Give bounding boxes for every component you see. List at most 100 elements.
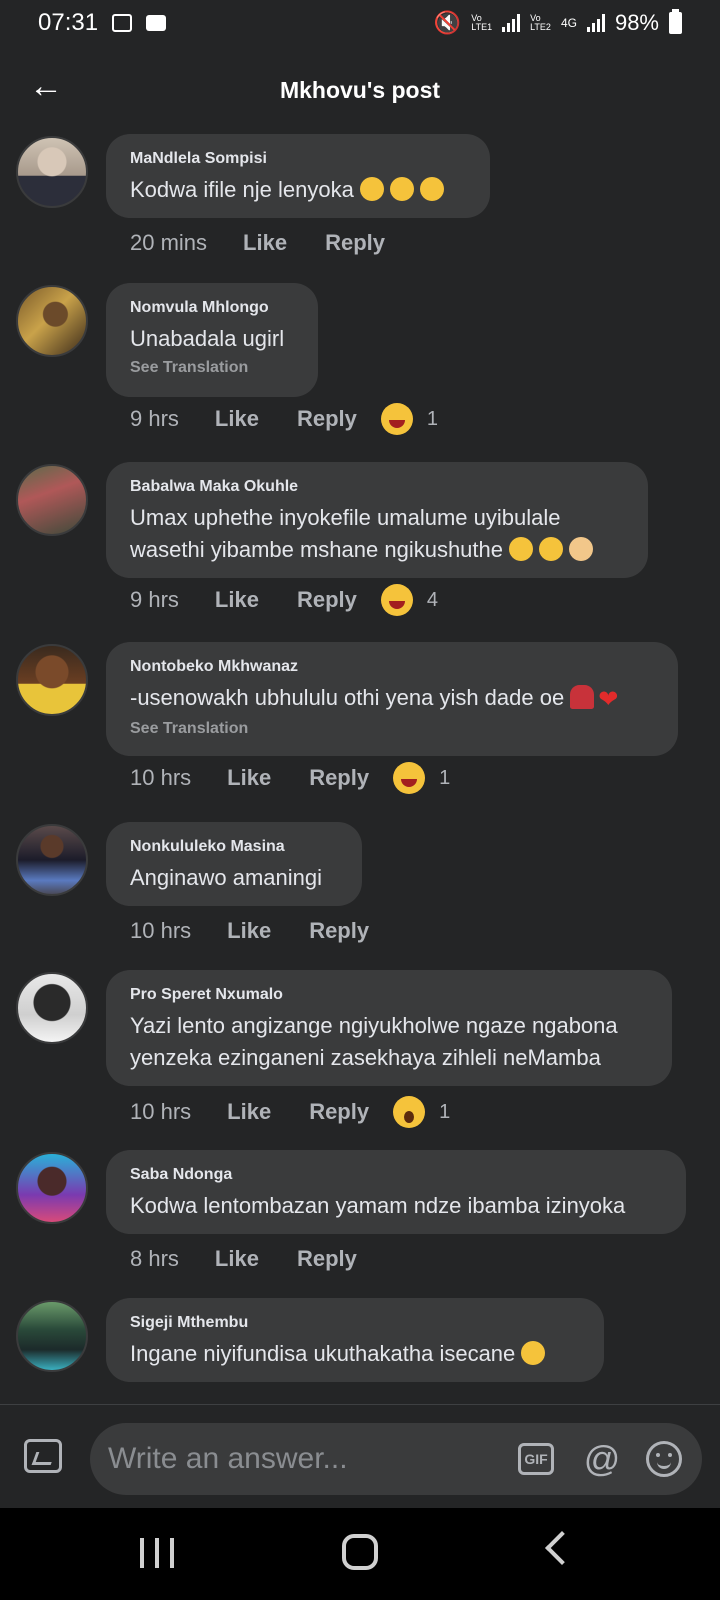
reaction-count: 1 <box>439 766 451 789</box>
comment-bubble: MaNdlela Sompisi Kodwa ifile nje lenyoka <box>106 134 490 218</box>
like-button[interactable]: Like <box>243 230 287 256</box>
comment-actions: 9 hrs Like Reply 1 <box>130 403 438 435</box>
thinking-emoji-icon <box>521 1341 546 1365</box>
sim1-label: Vo LTE1 <box>471 13 493 32</box>
photo-icon[interactable] <box>24 1439 62 1473</box>
comment-text: Unabadala ugirl <box>130 326 285 351</box>
top-bar: ← Mkhovu's post <box>0 46 720 134</box>
see-translation-link[interactable]: See Translation <box>130 720 654 738</box>
laughing-emoji-icon <box>389 177 414 201</box>
comment-text: Umax uphethe inyokefile umalume uyibulal… <box>130 502 624 566</box>
laughing-emoji-icon <box>359 177 384 201</box>
comment-time: 20 mins <box>130 230 208 255</box>
comment-actions: 10 hrs Like Reply <box>130 918 393 944</box>
reaction-count: 4 <box>426 588 438 611</box>
avatar[interactable] <box>16 824 88 896</box>
comment-text: Kodwa lentombazan yamam ndze ibamba izin… <box>130 1193 626 1218</box>
avatar[interactable] <box>16 1152 88 1224</box>
page-title: Mkhovu's post <box>279 76 441 103</box>
like-button[interactable]: Like <box>215 1246 259 1272</box>
comment-actions: 9 hrs Like Reply 4 <box>130 584 438 616</box>
comment-actions: 8 hrs Like Reply <box>130 1246 381 1272</box>
reaction-count: 1 <box>439 1100 451 1123</box>
comment-bubble: Sigeji Mthembu Ingane niyifundisa ukutha… <box>106 1298 604 1382</box>
battery-level: 98% <box>614 10 659 35</box>
avatar[interactable] <box>16 136 88 208</box>
rolling-laughing-emoji-icon <box>539 537 564 561</box>
commenter-name[interactable]: MaNdlela Sompisi <box>130 150 466 168</box>
like-button[interactable]: Like <box>227 1099 271 1125</box>
status-bar: 07:31 🔇 Vo LTE1 Vo LTE2 4G 98% <box>0 0 720 46</box>
message-notification-icon <box>146 15 167 31</box>
answer-field[interactable]: GIF @ <box>90 1423 702 1495</box>
commenter-name[interactable]: Nomvula Mhlongo <box>130 299 294 317</box>
heart-emoji-icon: ❤ <box>598 686 619 713</box>
comment-time: 8 hrs <box>130 1246 179 1271</box>
comment-bubble: Nonkululeko Masina Anginawo amaningi <box>106 822 362 906</box>
reaction-summary[interactable]: 1 <box>393 1096 450 1128</box>
comment-actions: 10 hrs Like Reply 1 <box>130 762 450 794</box>
reaction-summary[interactable]: 4 <box>380 584 438 616</box>
answer-input[interactable] <box>108 1437 488 1481</box>
comment-actions: 20 mins Like Reply <box>130 230 409 256</box>
commenter-name[interactable]: Pro Speret Nxumalo <box>130 986 648 1004</box>
commenter-name[interactable]: Saba Ndonga <box>130 1166 662 1184</box>
reply-button[interactable]: Reply <box>297 1246 357 1272</box>
gif-icon[interactable]: GIF <box>518 1443 554 1475</box>
commenter-name[interactable]: Babalwa Maka Okuhle <box>130 478 624 496</box>
comment-bubble: Nontobeko Mkhwanaz -usenowakh ubhululu o… <box>106 642 678 756</box>
back-icon[interactable] <box>545 1531 579 1565</box>
laughing-emoji-icon <box>509 537 534 561</box>
comment-composer: GIF @ <box>0 1404 720 1508</box>
comment-bubble: Saba Ndonga Kodwa lentombazan yamam ndze… <box>106 1150 686 1234</box>
reply-button[interactable]: Reply <box>325 230 385 256</box>
wow-reaction-icon <box>393 1096 426 1128</box>
like-button[interactable]: Like <box>227 918 271 944</box>
comment-text: Ingane niyifundisa ukuthakatha isecane <box>130 1338 580 1370</box>
reply-button[interactable]: Reply <box>297 406 357 432</box>
reaction-summary[interactable]: 1 <box>380 403 438 435</box>
comment-text: Kodwa ifile nje lenyoka <box>130 174 466 206</box>
back-arrow-icon[interactable]: ← <box>28 68 64 104</box>
avatar[interactable] <box>16 285 88 357</box>
signal-icon-2 <box>586 14 605 32</box>
comment-time: 9 hrs <box>130 406 179 431</box>
mute-icon: 🔇 <box>433 10 462 35</box>
haha-reaction-icon <box>393 762 426 794</box>
battery-icon <box>669 9 682 34</box>
gallery-notification-icon <box>112 14 133 32</box>
comment-list[interactable]: MaNdlela Sompisi Kodwa ifile nje lenyoka… <box>0 134 720 1404</box>
reply-button[interactable]: Reply <box>309 918 369 944</box>
comment-time: 9 hrs <box>130 587 179 612</box>
comment-text: Anginawo amaningi <box>130 865 323 890</box>
reply-button[interactable]: Reply <box>297 587 357 613</box>
commenter-name[interactable]: Sigeji Mthembu <box>130 1314 580 1332</box>
avatar[interactable] <box>16 972 88 1044</box>
avatar[interactable] <box>16 644 88 716</box>
comment-text: -usenowakh ubhululu othi yena yish dade … <box>130 682 654 716</box>
comment-actions: 10 hrs Like Reply 1 <box>130 1096 450 1128</box>
avatar[interactable] <box>16 464 88 536</box>
like-button[interactable]: Like <box>215 406 259 432</box>
emoji-icon[interactable] <box>646 1441 682 1477</box>
signal-icon <box>502 14 521 32</box>
reaction-count: 1 <box>426 407 438 430</box>
commenter-name[interactable]: Nontobeko Mkhwanaz <box>130 658 654 676</box>
reaction-summary[interactable]: 1 <box>393 762 450 794</box>
avatar[interactable] <box>16 1300 88 1372</box>
reply-button[interactable]: Reply <box>309 1099 369 1125</box>
comment-bubble: Nomvula Mhlongo Unabadala ugirl See Tran… <box>106 283 318 397</box>
home-icon[interactable] <box>342 1534 378 1570</box>
clock: 07:31 <box>38 9 99 36</box>
see-translation-link[interactable]: See Translation <box>130 359 294 377</box>
like-button[interactable]: Like <box>227 765 271 791</box>
recent-apps-icon[interactable] <box>140 1538 174 1568</box>
comment-time: 10 hrs <box>130 918 192 943</box>
comment-bubble: Pro Speret Nxumalo Yazi lento angizange … <box>106 970 672 1086</box>
sim2-label: Vo LTE2 <box>530 13 551 32</box>
commenter-name[interactable]: Nonkululeko Masina <box>130 838 338 856</box>
mention-icon[interactable]: @ <box>582 1439 622 1479</box>
haha-reaction-icon <box>380 584 413 616</box>
reply-button[interactable]: Reply <box>309 765 369 791</box>
like-button[interactable]: Like <box>215 587 259 613</box>
